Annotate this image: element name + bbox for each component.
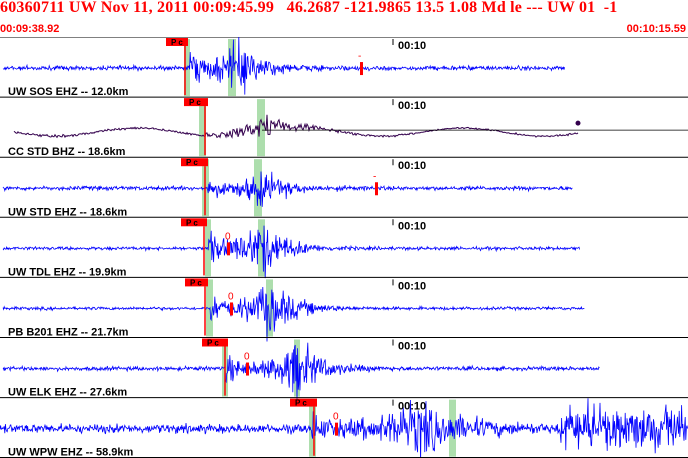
amplitude-mark [335,422,338,436]
amplitude-mark [227,242,230,256]
pick-label: P c [186,218,198,227]
pick-label: P c [295,399,307,408]
time-mark-label: 00:10 [398,160,426,172]
pick-label: P c [189,98,201,107]
amplitude-mark-label: - [373,171,376,182]
pick-label: P c [190,278,202,287]
station-label: PB B201 EHZ -- 21.7km [8,327,129,339]
trace-panel: P c 0 00:10 PB B201 EHZ -- 21.7km [0,276,688,342]
seismogram-canvas: P c - 00:10 UW SOS EHZ -- 12.0km P c 00:10 CC … [0,37,688,458]
seismogram-panels: P c - 00:10 UW SOS EHZ -- 12.0km P c 00:10 CC … [0,37,688,458]
trace-panel: P c - 00:10 UW SOS EHZ -- 12.0km [0,37,688,98]
amplitude-mark-label: 0 [244,352,250,363]
station-label: UW ELK EHZ -- 27.6km [8,387,127,399]
amplitude-mark-label: - [358,51,361,62]
trace-panel: P c - 00:10 UW STD EHZ -- 18.6km [0,156,688,218]
waveform-trace [2,171,573,207]
event-header: 60360711 UW Nov 11, 2011 00:09:45.99 46.… [0,0,688,38]
amplitude-mark [230,302,233,316]
station-label: CC STD BHZ -- 18.6km [8,146,126,158]
end-time: 00:10:15.59 [626,23,686,35]
start-time: 00:09:38.92 [0,23,60,35]
amplitude-mark [246,362,249,376]
trace-panel: P c 00:10 CC STD BHZ -- 18.6km [0,96,688,158]
trace-panel: P c 0 00:10 UW TDL EHZ -- 19.9km [0,216,688,278]
pick-label: P c [186,158,198,167]
station-label: UW SOS EHZ -- 12.0km [8,86,129,98]
station-label: UW WPW EHZ -- 58.9km [8,447,134,458]
pick-label: P c [207,339,219,348]
amplitude-mark-label: 0 [228,291,234,302]
trace-panel: P c 0 00:10 UW ELK EHZ -- 27.6km [0,337,688,402]
amplitude-mark-label: 0 [333,412,339,423]
time-mark-label: 00:10 [398,401,426,413]
time-mark-label: 00:10 [398,40,426,52]
time-mark-label: 00:10 [398,100,426,112]
pick-label: P c [171,38,183,47]
amplitude-mark-label: 0 [225,231,231,242]
waveform-trace [13,114,579,139]
time-mark-label: 00:10 [398,220,426,232]
trace-panel: P c 0 00:10 UW WPW EHZ -- 58.9km [0,397,688,458]
trace-end-dot [575,120,581,126]
amplitude-mark [375,182,378,196]
event-title: 60360711 UW Nov 11, 2011 00:09:45.99 46.… [0,0,618,16]
time-mark-label: 00:10 [398,341,426,353]
station-label: UW TDL EHZ -- 19.9km [8,266,127,278]
amplitude-mark [360,62,363,76]
time-mark-label: 00:10 [398,280,426,292]
station-label: UW STD EHZ -- 18.6km [8,206,127,218]
